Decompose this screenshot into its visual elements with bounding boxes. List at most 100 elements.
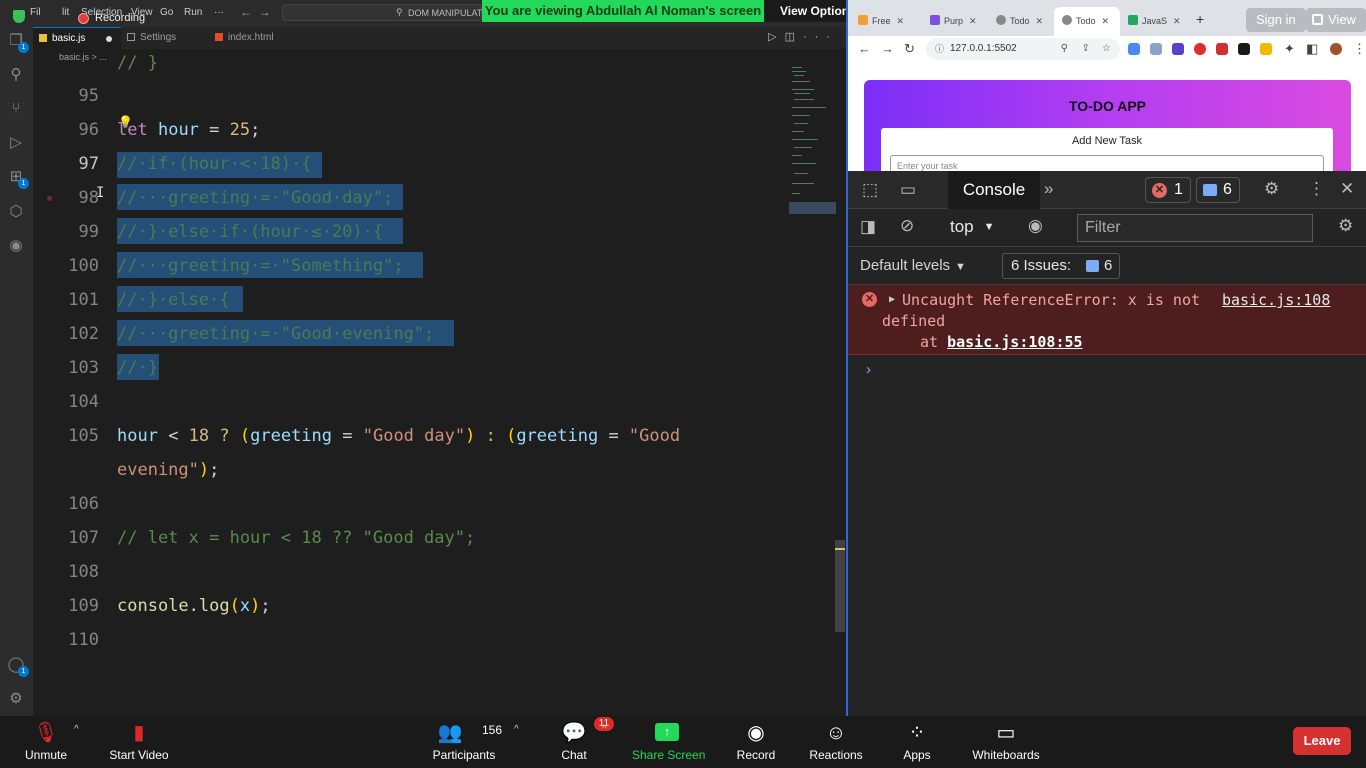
search-icon[interactable]: ⚲	[6, 65, 26, 85]
extension-icon[interactable]	[1194, 43, 1206, 55]
chevron-up-icon[interactable]: ^	[602, 724, 607, 735]
puzzle-extensions-icon[interactable]: ✦	[1284, 41, 1295, 57]
forward-arrow-icon[interactable]: →	[881, 41, 894, 56]
explorer-icon[interactable]: ❐ 1	[6, 31, 29, 53]
recording-label: Recording	[95, 12, 146, 24]
eye-icon[interactable]: ◉	[1028, 216, 1043, 236]
menu-file[interactable]: Fil	[30, 7, 41, 18]
stack-location-link[interactable]: basic.js:108:55	[947, 333, 1082, 351]
source-control-icon[interactable]: ⑂	[6, 99, 26, 119]
minimap-viewport[interactable]	[789, 202, 836, 214]
extension-icon[interactable]	[1150, 43, 1162, 55]
split-editor-icon[interactable]: ◫	[785, 31, 803, 43]
sidebar-toggle-icon[interactable]: ◨	[860, 217, 876, 237]
address-bar[interactable]: ⓘ 127.0.0.1:5502 ⚲ ⇪ ☆	[926, 38, 1120, 60]
close-icon[interactable]: ✕	[1102, 16, 1110, 26]
view-button[interactable]: View	[1306, 8, 1366, 32]
extension-icon[interactable]	[1216, 43, 1228, 55]
browser-tab[interactable]: Purp ✕	[922, 9, 988, 36]
close-icon[interactable]: ✕	[897, 16, 905, 26]
chevron-up-icon[interactable]: ^	[74, 724, 79, 735]
browser-tab-active[interactable]: Todo ✕	[1054, 7, 1120, 36]
extensions-icon[interactable]: ⊞ 1	[6, 167, 29, 189]
context-selector[interactable]: top ▼	[950, 217, 995, 237]
error-count-badge[interactable]: ✕ 1	[1145, 177, 1191, 203]
new-tab-plus-icon[interactable]: +	[1196, 11, 1204, 27]
more-actions-icon[interactable]: ···	[803, 31, 838, 43]
remote-explorer-icon[interactable]: ⬡	[6, 202, 26, 222]
extension-icon[interactable]	[1128, 43, 1140, 55]
search-icon[interactable]: ⚲	[1061, 38, 1068, 60]
avatar[interactable]	[1330, 43, 1342, 55]
kebab-menu-icon[interactable]: ⋮	[1353, 41, 1366, 57]
share-icon[interactable]: ⇪	[1082, 38, 1090, 60]
browser-tab[interactable]: JavaS ✕	[1120, 9, 1192, 36]
menu-edit[interactable]: lit	[62, 7, 69, 18]
run-debug-icon[interactable]: ▷	[6, 133, 26, 153]
tab-settings[interactable]: Settings	[121, 27, 209, 49]
code-editor[interactable]: 💡 I // } 95 96 97 98 99 100 101 102 103 …	[33, 53, 789, 716]
issues-button[interactable]: 6 Issues: 6	[1002, 253, 1120, 279]
smiley-plus-icon: ☺	[825, 722, 847, 744]
clear-console-icon[interactable]: ⊘	[900, 216, 914, 236]
tab-basic-js[interactable]: basic.js	[33, 27, 121, 49]
command-center[interactable]: ⚲ DOM MANIPULATI	[282, 4, 485, 21]
chat-button[interactable]: 💬 11 Chat ^	[552, 716, 614, 768]
forward-arrow-icon[interactable]: →	[259, 5, 271, 19]
console-prompt-chevron-icon[interactable]: ›	[866, 361, 871, 378]
apps-button[interactable]: ⁘ Apps	[896, 716, 938, 768]
expand-triangle-icon[interactable]: ▶	[889, 294, 895, 305]
close-icon[interactable]: ✕	[969, 16, 977, 26]
extension-icon[interactable]	[1172, 43, 1184, 55]
message-count-badge[interactable]: 6	[1196, 177, 1240, 203]
browser-tab[interactable]: Todo ✕	[988, 9, 1054, 36]
browser-tab[interactable]: Free ✕	[850, 9, 920, 36]
gear-icon[interactable]: ⚙	[1264, 179, 1279, 199]
kebab-menu-icon[interactable]: ⋮	[1308, 179, 1325, 199]
reload-icon[interactable]: ↻	[904, 41, 915, 57]
tab-label: Settings	[140, 32, 177, 43]
extension-icon[interactable]	[1238, 43, 1250, 55]
console-filter-input[interactable]: Filter	[1077, 214, 1313, 242]
error-icon: ✕	[1152, 183, 1167, 198]
log-levels-dropdown[interactable]: Default levels ▼	[860, 257, 966, 274]
close-icon[interactable]: ✕	[1173, 16, 1181, 26]
form-heading: Add New Task	[1071, 135, 1143, 147]
account-icon[interactable]: ◯ 1	[6, 655, 29, 677]
sign-in-button[interactable]: Sign in	[1246, 8, 1306, 32]
timeline-icon[interactable]: ◉	[6, 236, 26, 256]
tab-console[interactable]: Console	[948, 171, 1040, 209]
back-arrow-icon[interactable]: ←	[240, 5, 252, 19]
side-panel-icon[interactable]: ◧	[1306, 41, 1318, 57]
nav-arrows[interactable]: ← →	[240, 5, 271, 19]
command-center-text: DOM MANIPULATI	[408, 8, 485, 18]
whiteboards-button[interactable]: ▭ Whiteboards	[968, 716, 1044, 768]
share-screen-button[interactable]: ↑ Share Screen	[632, 716, 705, 768]
close-icon[interactable]: ✕	[1036, 16, 1044, 26]
line-number: 101	[68, 290, 99, 310]
gear-icon[interactable]: ⚙	[6, 689, 26, 709]
inspect-element-icon[interactable]: ⬚	[862, 180, 878, 200]
task-input[interactable]: Enter your task	[890, 155, 1324, 171]
unsaved-dot-icon[interactable]	[106, 36, 112, 42]
chevron-up-icon[interactable]: ^	[514, 724, 519, 735]
reactions-button[interactable]: ☺ Reactions	[806, 716, 866, 768]
back-arrow-icon[interactable]: ←	[858, 41, 871, 56]
error-source-link[interactable]: basic.js:108	[1222, 291, 1330, 309]
extension-icon[interactable]	[1260, 43, 1272, 55]
participants-button[interactable]: 👥 156 Participants ^	[430, 716, 519, 768]
site-info-icon[interactable]: ⓘ	[935, 38, 944, 60]
vertical-scrollbar[interactable]	[835, 540, 845, 632]
close-icon[interactable]: ✕	[1340, 179, 1354, 199]
device-toolbar-icon[interactable]: ▭	[900, 180, 916, 200]
gear-icon[interactable]: ⚙	[1338, 216, 1353, 236]
bookmark-star-icon[interactable]: ☆	[1102, 38, 1111, 60]
unmute-button[interactable]: 🎙 Unmute ^	[14, 716, 79, 768]
record-button[interactable]: ◉ Record	[730, 716, 782, 768]
start-video-button[interactable]: ▮ Start Video	[106, 716, 172, 768]
leave-button[interactable]: Leave	[1293, 727, 1351, 755]
more-tabs-chevron-icon[interactable]: »	[1044, 179, 1053, 199]
tab-index-html[interactable]: index.html	[209, 27, 305, 49]
console-error-message[interactable]: ✕ ▶ Uncaught ReferenceError: x is not ba…	[848, 285, 1366, 355]
run-icon[interactable]: ▷	[768, 31, 784, 43]
